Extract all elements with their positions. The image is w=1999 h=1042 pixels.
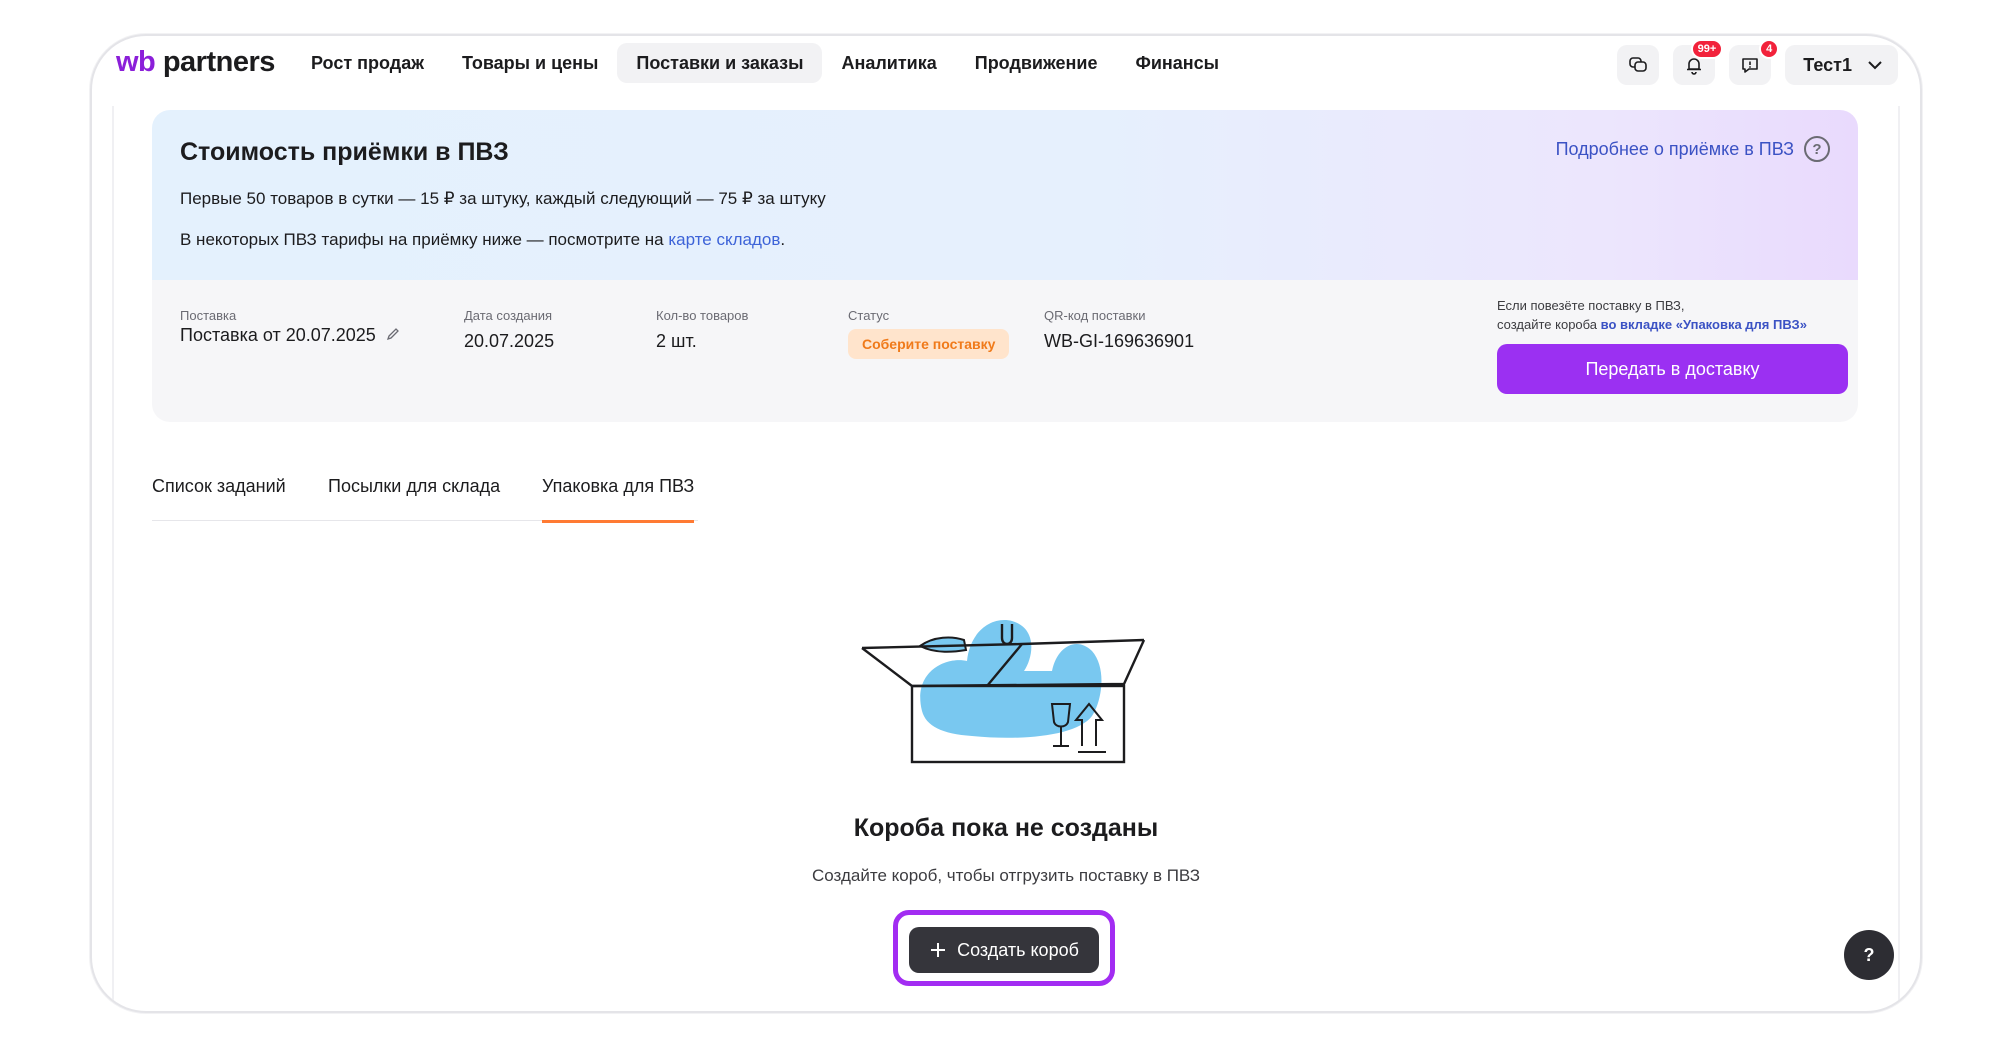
tab-pvz-packaging[interactable]: Упаковка для ПВЗ (542, 476, 695, 523)
supply-name-field: Поставка Поставка от 20.07.2025 (180, 308, 401, 346)
item-count-field: Кол-во товаров 2 шт. (656, 308, 749, 351)
create-box-highlight: Создать короб (893, 910, 1115, 986)
status-badge: Соберите поставку (848, 329, 1010, 359)
banner-title: Стоимость приёмки в ПВЗ (180, 138, 509, 166)
nav-item-supplies-orders[interactable]: Поставки и заказы (617, 43, 823, 83)
supply-name: Поставка от 20.07.2025 (180, 325, 376, 345)
tab-warehouse-parcels[interactable]: Посылки для склада (328, 476, 500, 520)
nav-item-sales-growth[interactable]: Рост продаж (292, 43, 443, 83)
user-name: Тест1 (1803, 54, 1852, 75)
tab-task-list[interactable]: Список заданий (152, 476, 286, 520)
transfer-to-delivery-button[interactable]: Передать в доставку (1497, 344, 1848, 394)
pvz-packaging-tab-link[interactable]: во вкладке «Упаковка для ПВЗ» (1601, 317, 1807, 332)
banner-tariffs-text: В некоторых ПВЗ тарифы на приёмку ниже —… (180, 230, 786, 249)
notifications-badge: 99+ (1690, 39, 1724, 59)
nav-item-analytics[interactable]: Аналитика (822, 43, 955, 83)
chat-icon (1629, 57, 1648, 72)
more-about-acceptance-link[interactable]: Подробнее о приёмке в ПВЗ ? (1556, 136, 1830, 162)
help-button[interactable]: ? (1844, 930, 1894, 980)
plus-icon (931, 943, 946, 957)
empty-state-title: Короба пока не созданы (853, 814, 1159, 842)
support-chat-icon (1742, 58, 1759, 73)
question-circle-icon: ? (1804, 136, 1830, 162)
main-nav: Рост продаж Товары и цены Поставки и зак… (292, 43, 1238, 83)
status-field: Статус Соберите поставку (848, 308, 1010, 359)
support-button[interactable]: 4 (1729, 39, 1780, 85)
supply-tabs: Список заданий Посылки для склада Упаков… (152, 476, 698, 523)
acceptance-cost-banner: Стоимость приёмки в ПВЗ Первые 50 товаро… (152, 110, 1858, 280)
pvz-hint: Если повезёте поставку в ПВЗ, создайте к… (1497, 298, 1807, 332)
support-badge: 4 (1759, 39, 1780, 59)
user-menu-button[interactable]: Тест1 (1785, 45, 1898, 85)
supply-info-panel: Поставка Поставка от 20.07.2025 Дата соз… (152, 280, 1858, 422)
nav-item-finance[interactable]: Финансы (1116, 43, 1238, 83)
qr-code-field: QR-код поставки WB-GI-169636901 (1044, 308, 1195, 351)
wb-partners-logo[interactable]: wb partners (116, 46, 275, 79)
chat-button[interactable] (1617, 45, 1660, 85)
banner-pricing-text: Первые 50 товаров в сутки — 15 ₽ за штук… (180, 189, 826, 208)
chevron-down-icon (1868, 61, 1882, 70)
app-window: wb partners Рост продаж Товары и цены По… (90, 34, 1922, 1013)
top-navigation-bar: wb partners Рост продаж Товары и цены По… (92, 36, 1920, 106)
header-actions: 99+ 4 Тест1 (1617, 39, 1898, 85)
duck-in-box-illustration (861, 620, 1146, 764)
nav-item-products-prices[interactable]: Товары и цены (443, 43, 617, 83)
create-box-button[interactable]: Создать короб (909, 927, 1099, 973)
created-date-field: Дата создания 20.07.2025 (464, 308, 555, 351)
notifications-button[interactable]: 99+ (1673, 39, 1724, 85)
pencil-icon[interactable] (385, 326, 401, 342)
warehouse-map-link[interactable]: карте складов (668, 230, 780, 249)
nav-item-promotion[interactable]: Продвижение (956, 43, 1117, 83)
empty-state-text: Создайте короб, чтобы отгрузить поставку… (812, 866, 1200, 885)
